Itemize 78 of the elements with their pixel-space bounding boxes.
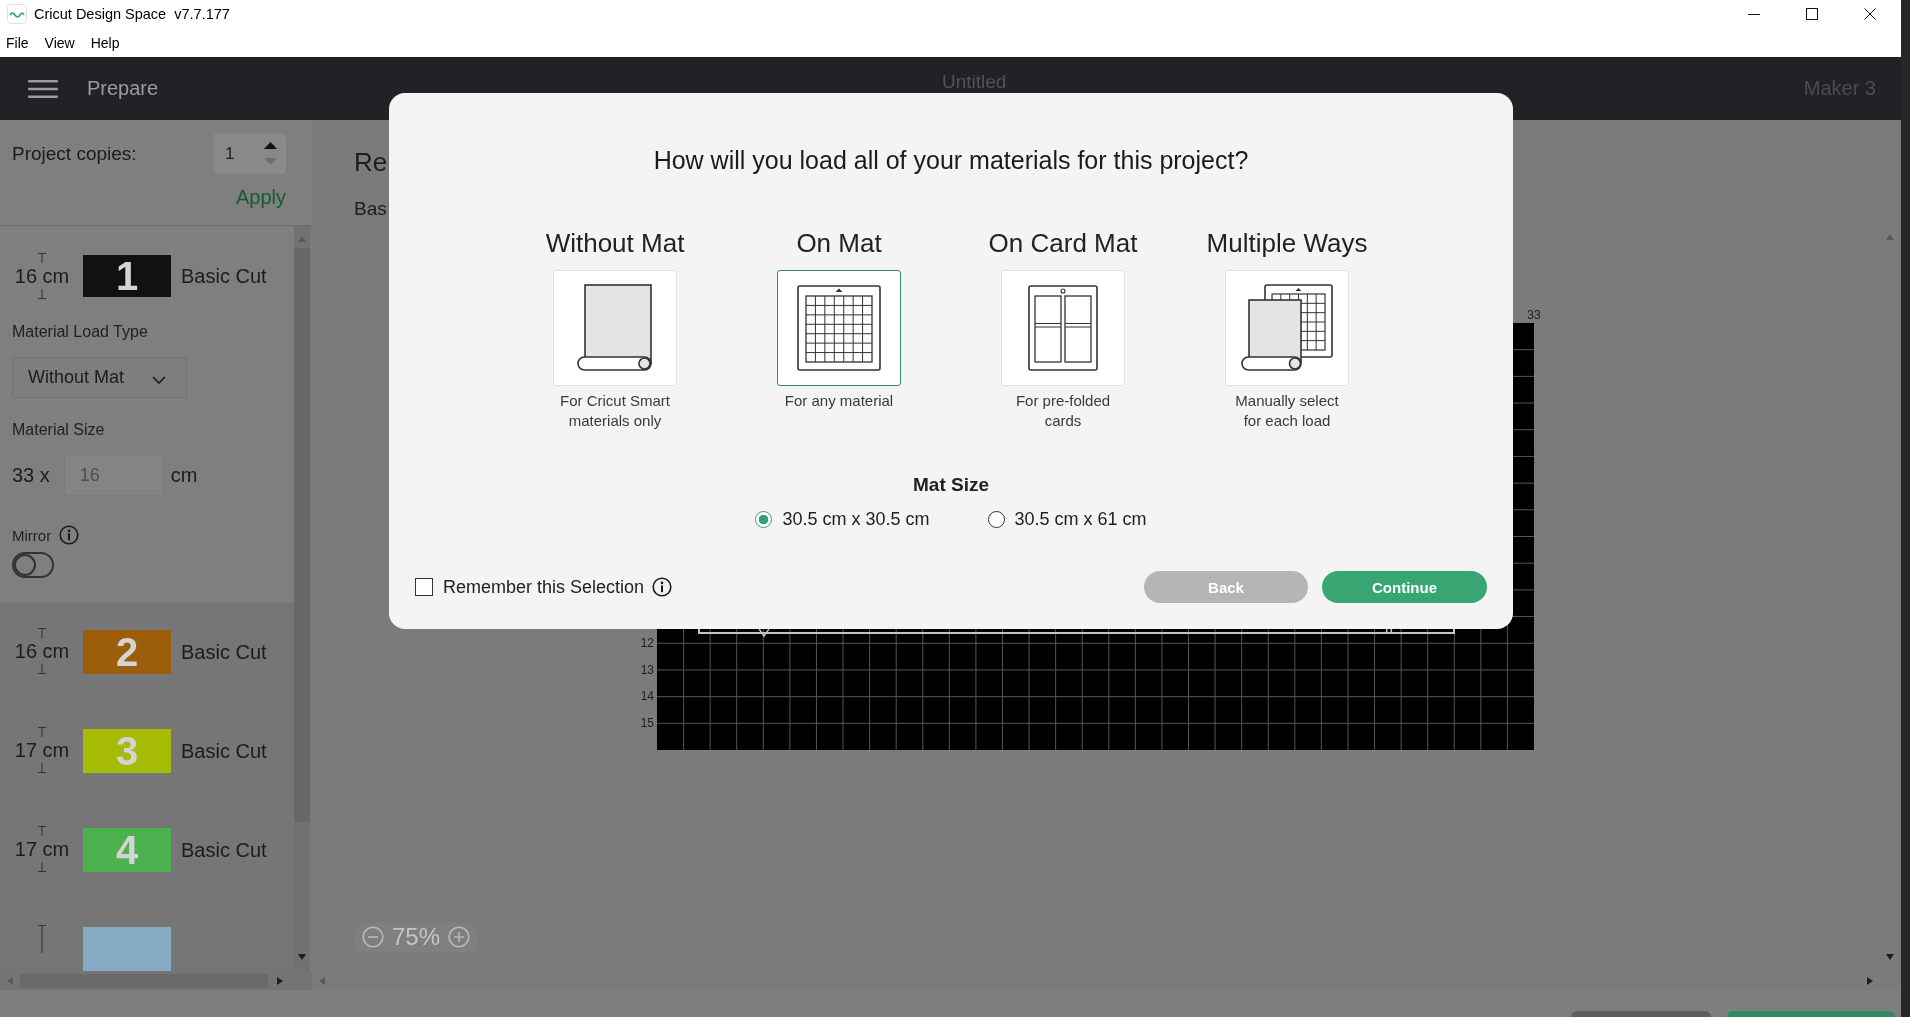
unit-label: cm	[170, 463, 198, 487]
zoom-in-icon[interactable]	[448, 926, 471, 948]
right-triangle-icon[interactable]	[1867, 977, 1873, 985]
window-title: Cricut Design Space v7.7.177	[34, 6, 230, 22]
mat-thumbnail: 3	[83, 729, 171, 773]
ruler-label: 13	[640, 661, 655, 679]
mat-height-label: 16 cm	[14, 264, 70, 289]
mat-height-label: 17 cm	[14, 837, 70, 862]
mat-and-paper-icon	[1241, 284, 1333, 372]
dimension-tick-icon	[36, 253, 48, 263]
panel-subheading: Bas	[354, 197, 387, 221]
option-description: Manually select for each load	[1234, 391, 1340, 431]
ruler-label: 15	[640, 714, 655, 732]
load-option-card[interactable]	[777, 270, 901, 386]
dimension-tick-icon	[36, 289, 48, 299]
paper-roll-icon	[577, 284, 653, 372]
dimension-tick-icon	[36, 763, 48, 773]
radio-label[interactable]: 30.5 cm x 61 cm	[1014, 507, 1147, 531]
dimension-tick-icon	[36, 925, 48, 953]
option-description: For pre-folded cards	[1014, 391, 1112, 431]
option-title: On Card Mat	[988, 227, 1138, 259]
field-label: Material Size	[12, 420, 105, 440]
ruler-label: 33	[1526, 307, 1542, 323]
remember-checkbox[interactable]	[415, 578, 433, 596]
cutting-mat-icon	[797, 285, 881, 371]
copies-label: Project copies:	[12, 142, 137, 165]
mat-thumbnail: 1	[83, 255, 171, 297]
ruler-label: 12	[640, 634, 655, 652]
option-title: Multiple Ways	[1206, 227, 1368, 259]
menu-item[interactable]: File	[6, 33, 29, 52]
field-label: Material Load Type	[12, 322, 148, 342]
dimension-tick-icon	[36, 826, 48, 836]
menu-icon[interactable]	[28, 79, 58, 98]
dialog-title: How will you load all of your materials for this project?	[653, 145, 1249, 176]
mat-size-label: Mat Size	[913, 473, 989, 497]
chevron-down-icon	[152, 375, 166, 384]
cut-type-label: Basic Cut	[181, 838, 267, 862]
maximize-icon[interactable]	[1806, 8, 1818, 20]
mat-height-label: 17 cm	[14, 738, 70, 763]
cut-type-label: Basic Cut	[181, 739, 267, 763]
option-title: Without Mat	[545, 227, 685, 259]
dimension-tick-icon	[36, 727, 48, 737]
mat-height-label: 16 cm	[14, 639, 70, 664]
info-icon[interactable]	[652, 577, 673, 597]
dimension-tick-icon	[36, 664, 48, 674]
close-icon[interactable]	[1864, 8, 1876, 20]
ruler-label: 14	[640, 688, 655, 706]
radio-label[interactable]: 30.5 cm x 30.5 cm	[782, 507, 930, 531]
up-triangle-icon[interactable]	[264, 142, 277, 149]
load-type-dropdown[interactable]: Without Mat	[12, 357, 187, 398]
down-triangle-icon[interactable]	[1886, 954, 1894, 960]
radio-button[interactable]	[987, 510, 1005, 528]
zoom-out-icon[interactable]	[362, 926, 384, 948]
option-title: On Mat	[796, 227, 882, 259]
mat-thumbnail: 4	[83, 828, 171, 872]
radio-button[interactable]	[755, 510, 773, 528]
card-mat-icon	[1028, 285, 1098, 371]
page-title: Prepare	[87, 77, 159, 100]
option-description: For Cricut Smart materials only	[559, 391, 671, 431]
option-description: For any material	[783, 391, 895, 411]
menu-item[interactable]: View	[44, 33, 75, 52]
down-triangle-icon[interactable]	[298, 954, 306, 960]
continue-button[interactable]: Continue	[1322, 571, 1487, 603]
app-logo-icon	[7, 4, 27, 24]
dimension-tick-icon	[36, 862, 48, 872]
checkbox-label[interactable]: Remember this Selection	[443, 575, 645, 599]
mat-thumbnail: 2	[83, 630, 171, 674]
cut-type-label: Basic Cut	[181, 640, 267, 664]
right-triangle-icon[interactable]	[277, 977, 283, 985]
zoom-level: 75%	[392, 923, 441, 951]
menu-item[interactable]: Help	[90, 33, 120, 52]
panel-heading: Re	[354, 146, 388, 179]
dimension-tick-icon	[36, 628, 48, 638]
copies-field[interactable]: 1	[213, 133, 286, 174]
mirror-toggle[interactable]	[12, 552, 54, 578]
size-width-label: 33 x	[12, 463, 50, 487]
mirror-label: Mirror	[12, 526, 52, 544]
cut-type-label: Basic Cut	[181, 264, 267, 288]
